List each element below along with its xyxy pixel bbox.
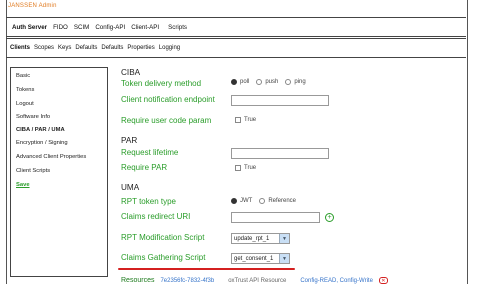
sidebar-item-logout[interactable]: Logout: [16, 101, 34, 107]
claims-gathering-value: get_consent_1: [234, 255, 274, 262]
rpt-modification-select[interactable]: update_rpt_1 ▼: [231, 233, 290, 244]
app-brand: JANSSEN Admin: [8, 3, 57, 9]
claims-redirect-input[interactable]: [231, 212, 320, 223]
sidebar-item-ciba-par-uma[interactable]: CIBA / PAR / UMA: [16, 127, 65, 133]
resource-id-link[interactable]: 7e2356fc-7832-4f3b: [160, 278, 214, 284]
notification-endpoint-label: Client notification endpoint: [121, 95, 215, 104]
rpt-token-type-option-jwt[interactable]: JWT: [231, 198, 252, 204]
require-par-checkbox[interactable]: [235, 165, 241, 171]
resources-label: Resources: [121, 277, 155, 284]
sub-nav-clients[interactable]: Clients: [10, 45, 30, 51]
uma-heading: UMA: [121, 183, 140, 192]
par-heading: PAR: [121, 136, 138, 145]
sidebar-item-advanced-client-properties[interactable]: Advanced Client Properties: [16, 154, 86, 160]
sub-nav-defaults[interactable]: Defaults: [75, 45, 97, 51]
sidebar-item-tokens[interactable]: Tokens: [16, 87, 34, 93]
radio-icon[interactable]: [256, 79, 263, 85]
radio-icon[interactable]: [259, 198, 266, 204]
resource-scopes-link[interactable]: Config-READ, Config-Write: [300, 278, 373, 284]
top-nav-fido[interactable]: FIDO: [53, 24, 68, 31]
ciba-heading: CIBA: [121, 68, 141, 77]
require-user-code-toggle[interactable]: True: [235, 117, 256, 123]
token-delivery-label: Token delivery method: [121, 79, 202, 88]
sidebar-item-basic[interactable]: Basic: [16, 73, 30, 79]
top-nav-config-api[interactable]: Config-API: [95, 24, 125, 31]
chevron-down-icon[interactable]: ▼: [279, 254, 289, 263]
top-nav-scim[interactable]: SCIM: [74, 24, 89, 31]
require-user-code-label: Require user code param: [121, 116, 212, 125]
rpt-token-type-radio-group: JWT Reference: [231, 198, 303, 204]
rpt-token-type-option-reference[interactable]: Reference: [259, 198, 296, 204]
sub-nav-defaults-2[interactable]: Defaults: [101, 45, 123, 51]
notification-endpoint-input[interactable]: [231, 95, 329, 106]
require-par-toggle[interactable]: True: [235, 165, 256, 171]
top-nav-client-api[interactable]: Client-API: [131, 24, 159, 31]
sidebar-item-save[interactable]: Save: [16, 182, 30, 188]
sub-nav: Clients Scopes Keys Defaults Defaults Pr…: [6, 38, 466, 58]
sidebar: Basic Tokens Logout Software Info CIBA /…: [10, 67, 108, 277]
sidebar-item-client-scripts[interactable]: Client Scripts: [16, 168, 50, 174]
sidebar-item-encryption-signing[interactable]: Encryption / Signing: [16, 140, 68, 146]
sub-nav-keys[interactable]: Keys: [58, 45, 71, 51]
radio-selected-icon[interactable]: [231, 79, 237, 85]
token-delivery-option-poll[interactable]: poll: [231, 79, 249, 85]
token-delivery-option-ping[interactable]: ping: [285, 79, 306, 85]
claims-redirect-label: Claims redirect URI: [121, 212, 191, 221]
chevron-down-icon[interactable]: ▼: [279, 234, 289, 243]
radio-selected-icon[interactable]: [231, 198, 237, 204]
sub-nav-properties[interactable]: Properties: [127, 45, 154, 51]
claims-gathering-select[interactable]: get_consent_1 ▼: [231, 253, 290, 264]
rpt-token-type-label: RPT token type: [121, 197, 176, 206]
token-delivery-option-push[interactable]: push: [256, 79, 278, 85]
top-nav-scripts[interactable]: Scripts: [168, 24, 187, 31]
main-content: CIBA Token delivery method poll push pin…: [118, 62, 468, 284]
sidebar-item-software-info[interactable]: Software Info: [16, 114, 50, 120]
highlight-underline: [118, 268, 295, 270]
radio-icon[interactable]: [285, 79, 292, 85]
top-nav: Auth Server FIDO SCIM Config-API Client-…: [6, 17, 466, 37]
resources-row: Resources 7e2356fc-7832-4f3b oxTrust API…: [121, 277, 388, 284]
token-delivery-radio-group: poll push ping: [231, 79, 313, 85]
rpt-modification-label: RPT Modification Script: [121, 233, 205, 242]
rpt-modification-value: update_rpt_1: [234, 235, 270, 242]
claims-gathering-label: Claims Gathering Script: [121, 253, 206, 262]
request-lifetime-label: Request lifetime: [121, 148, 179, 157]
x-icon[interactable]: ✕: [378, 277, 388, 284]
sub-nav-scopes[interactable]: Scopes: [34, 45, 54, 51]
sub-nav-logging[interactable]: Logging: [159, 45, 180, 51]
require-par-label: Require PAR: [121, 163, 168, 172]
require-user-code-checkbox[interactable]: [235, 117, 241, 123]
resource-name: oxTrust API Resource: [228, 277, 287, 284]
top-nav-auth-server[interactable]: Auth Server: [12, 24, 47, 31]
plus-icon[interactable]: +: [325, 213, 334, 222]
request-lifetime-input[interactable]: [231, 148, 329, 159]
